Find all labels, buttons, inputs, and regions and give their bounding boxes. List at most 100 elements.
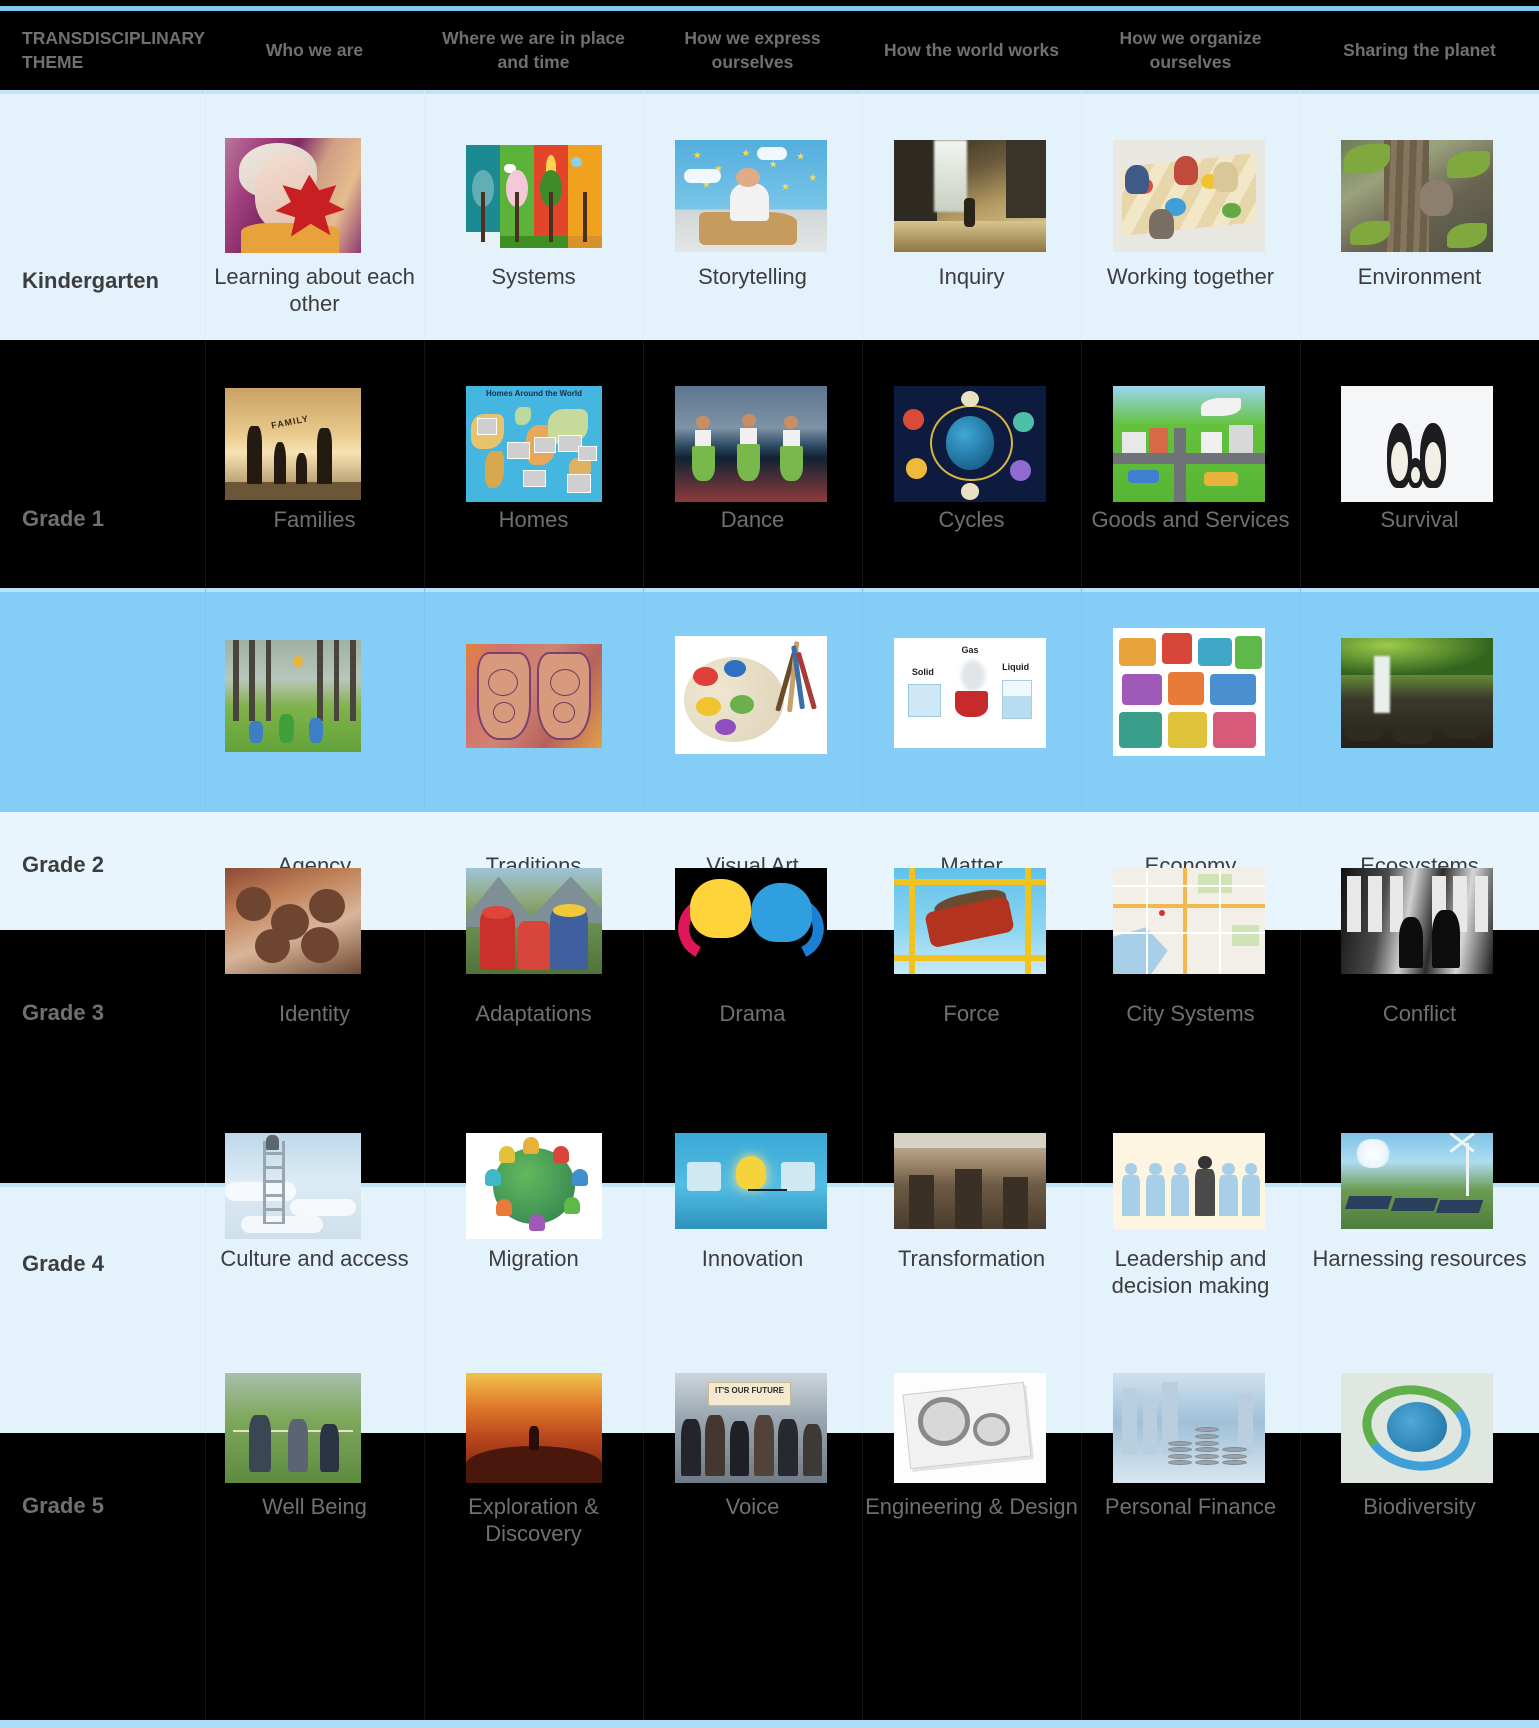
solid-gas-liquid-diagram: Solid Gas Liquid — [894, 638, 1046, 748]
header-sharing-the-planet: Sharing the planet — [1300, 11, 1539, 90]
cell-label: Voice — [725, 1494, 780, 1519]
cell-g1-how-the-world-works: Cycles — [862, 340, 1081, 588]
squirrel-on-tree-photo — [1341, 140, 1493, 252]
cell-label: Innovation — [701, 1246, 804, 1271]
child-in-cardboard-boat-photo — [675, 140, 827, 252]
coin-stacks-and-city-photo — [1113, 1373, 1265, 1483]
matrix-header-row: TRANSDISCIPLINARY THEME Who we are Where… — [0, 11, 1539, 90]
grade-label-grade-1: Grade 1 — [22, 506, 104, 531]
cycles-collage-illustration — [894, 386, 1046, 502]
bottom-accent-rule — [0, 1720, 1539, 1728]
cell-label: Drama — [719, 1001, 786, 1026]
grade-label-grade-3: Grade 3 — [22, 1000, 104, 1025]
row-grade-1: Grade 1 FAMILY Families Homes Around the… — [0, 340, 1539, 588]
header-label: How the world works — [883, 39, 1060, 60]
cell-label: Storytelling — [698, 264, 807, 289]
cell-label: Personal Finance — [1104, 1494, 1277, 1519]
cell-label: Inquiry — [938, 264, 1005, 289]
group-of-children-faces-photo — [225, 868, 361, 974]
protest-its-our-future-sign-photo: IT'S OUR FUTURE — [675, 1373, 827, 1483]
family-silhouette-sunset-photo: FAMILY — [225, 388, 361, 500]
waterfall-exploration-photo — [894, 140, 1046, 252]
cell-g1-sharing-the-planet: Survival — [1300, 340, 1539, 588]
cell-label: Migration — [488, 1246, 579, 1271]
cell-label: Learning about each other — [214, 264, 415, 317]
cell-g5-how-we-express: IT'S OUR FUTURE Voice — [643, 1373, 862, 1720]
protest-sign-text: IT'S OUR FUTURE — [714, 1386, 784, 1396]
row-kindergarten: Kindergarten Learning about each other S… — [0, 90, 1539, 340]
hiker-at-sunset-photo — [466, 1373, 602, 1483]
cell-label: Exploration & Discovery — [468, 1494, 599, 1547]
cell-g5-how-we-organize: Personal Finance — [1081, 1373, 1300, 1720]
grade-label-grade-4: Grade 4 — [22, 1251, 104, 1276]
matter-liquid-label: Liquid — [1002, 662, 1030, 673]
header-who-we-are: Who we are — [205, 11, 424, 90]
cell-k-how-we-organize: Working together — [1081, 90, 1300, 340]
cell-label: Families — [273, 507, 356, 532]
comedy-tragedy-masks-icon — [675, 868, 827, 974]
cell-label: Systems — [491, 264, 576, 289]
cell-label: Adaptations — [475, 1001, 592, 1026]
header-transdisciplinary-theme: TRANSDISCIPLINARY THEME — [0, 11, 205, 90]
cell-label: Identity — [279, 1001, 350, 1026]
matter-gas-label: Gas — [961, 644, 979, 655]
cell-label: Harnessing resources — [1312, 1246, 1527, 1271]
children-playing-in-forest-photo — [225, 640, 361, 752]
header-label: How we organize ourselves — [1119, 28, 1262, 72]
henna-decorated-hands-photo — [466, 644, 602, 748]
solar-panels-and-wind-turbine-photo — [1341, 1133, 1493, 1229]
homes-around-the-world-map: Homes Around the World — [466, 386, 602, 502]
cell-k-how-we-express: Storytelling — [643, 90, 862, 340]
andean-girls-traditional-dress-photo — [466, 868, 602, 974]
cell-g1-who-we-are: FAMILY Families — [205, 340, 424, 588]
cell-label: Engineering & Design — [865, 1494, 1078, 1519]
cell-label: Goods and Services — [1091, 507, 1290, 532]
lightbulb-among-ice-cubes-photo — [675, 1133, 827, 1229]
cell-k-sharing-the-planet: Environment — [1300, 90, 1539, 340]
children-collaborative-floor-art-photo — [1113, 140, 1265, 252]
header-where-we-are: Where we are in place and time — [424, 11, 643, 90]
cell-g2-where-we-are-image — [424, 588, 643, 812]
cell-label: Homes — [498, 507, 569, 532]
cell-label: Dance — [720, 507, 785, 532]
cell-label: Cycles — [938, 507, 1005, 532]
cell-g2-how-the-world-works-image: Solid Gas Liquid — [862, 588, 1081, 812]
matter-solid-label: Solid — [911, 666, 934, 677]
roller-coaster-ride-photo — [894, 868, 1046, 974]
leader-raising-arms-in-group-icon — [1113, 1133, 1265, 1229]
four-seasons-trees-illustration — [466, 145, 602, 248]
header-how-we-express: How we express ourselves — [643, 11, 862, 90]
header-label: TRANSDISCIPLINARY THEME — [22, 28, 205, 72]
header-how-we-organize: How we organize ourselves — [1081, 11, 1300, 90]
row-grade-2-upper: Solid Gas Liquid — [0, 588, 1539, 812]
header-label: How we express ourselves — [684, 28, 821, 72]
technical-drawings-and-gears-photo — [894, 1373, 1046, 1483]
recycling-arrows-around-globe-icon — [1341, 1373, 1493, 1483]
goods-and-services-town-illustration — [1113, 386, 1265, 502]
city-street-map — [1113, 868, 1265, 974]
cell-g2-who-we-are-image — [205, 588, 424, 812]
curriculum-matrix: TRANSDISCIPLINARY THEME Who we are Where… — [0, 0, 1539, 1728]
grade-label-grade-2: Grade 2 — [22, 852, 104, 877]
cell-label: Force — [943, 1001, 1000, 1026]
cell-g5-where-we-are: Exploration & Discovery — [424, 1373, 643, 1720]
cell-g5-sharing-the-planet: Biodiversity — [1300, 1373, 1539, 1720]
cell-g2-sharing-the-planet-image — [1300, 588, 1539, 812]
cell-label: Leadership and decision making — [1111, 1246, 1270, 1299]
eroded-canyon-landscape-photo — [894, 1133, 1046, 1229]
cell-label: Working together — [1106, 264, 1275, 289]
cell-g1-how-we-express: Dance — [643, 340, 862, 588]
header-how-the-world-works: How the world works — [862, 11, 1081, 90]
tug-of-war-outdoors-photo — [225, 1373, 361, 1483]
segregated-bus-black-and-white-photo — [1341, 868, 1493, 974]
cell-g2-how-we-organize-image — [1081, 588, 1300, 812]
cell-label: Environment — [1357, 264, 1482, 289]
hula-dancers-photo — [675, 386, 827, 502]
grade-label-kindergarten: Kindergarten — [22, 268, 159, 293]
penguin-family-photo — [1341, 386, 1493, 502]
family-banner-text: FAMILY — [270, 413, 311, 431]
cell-g5-who-we-are: Well Being — [205, 1373, 424, 1720]
cell-g5-how-the-world-works: Engineering & Design — [862, 1373, 1081, 1720]
ladder-into-clouds-photo — [225, 1133, 361, 1239]
cell-label: Well Being — [262, 1494, 367, 1519]
